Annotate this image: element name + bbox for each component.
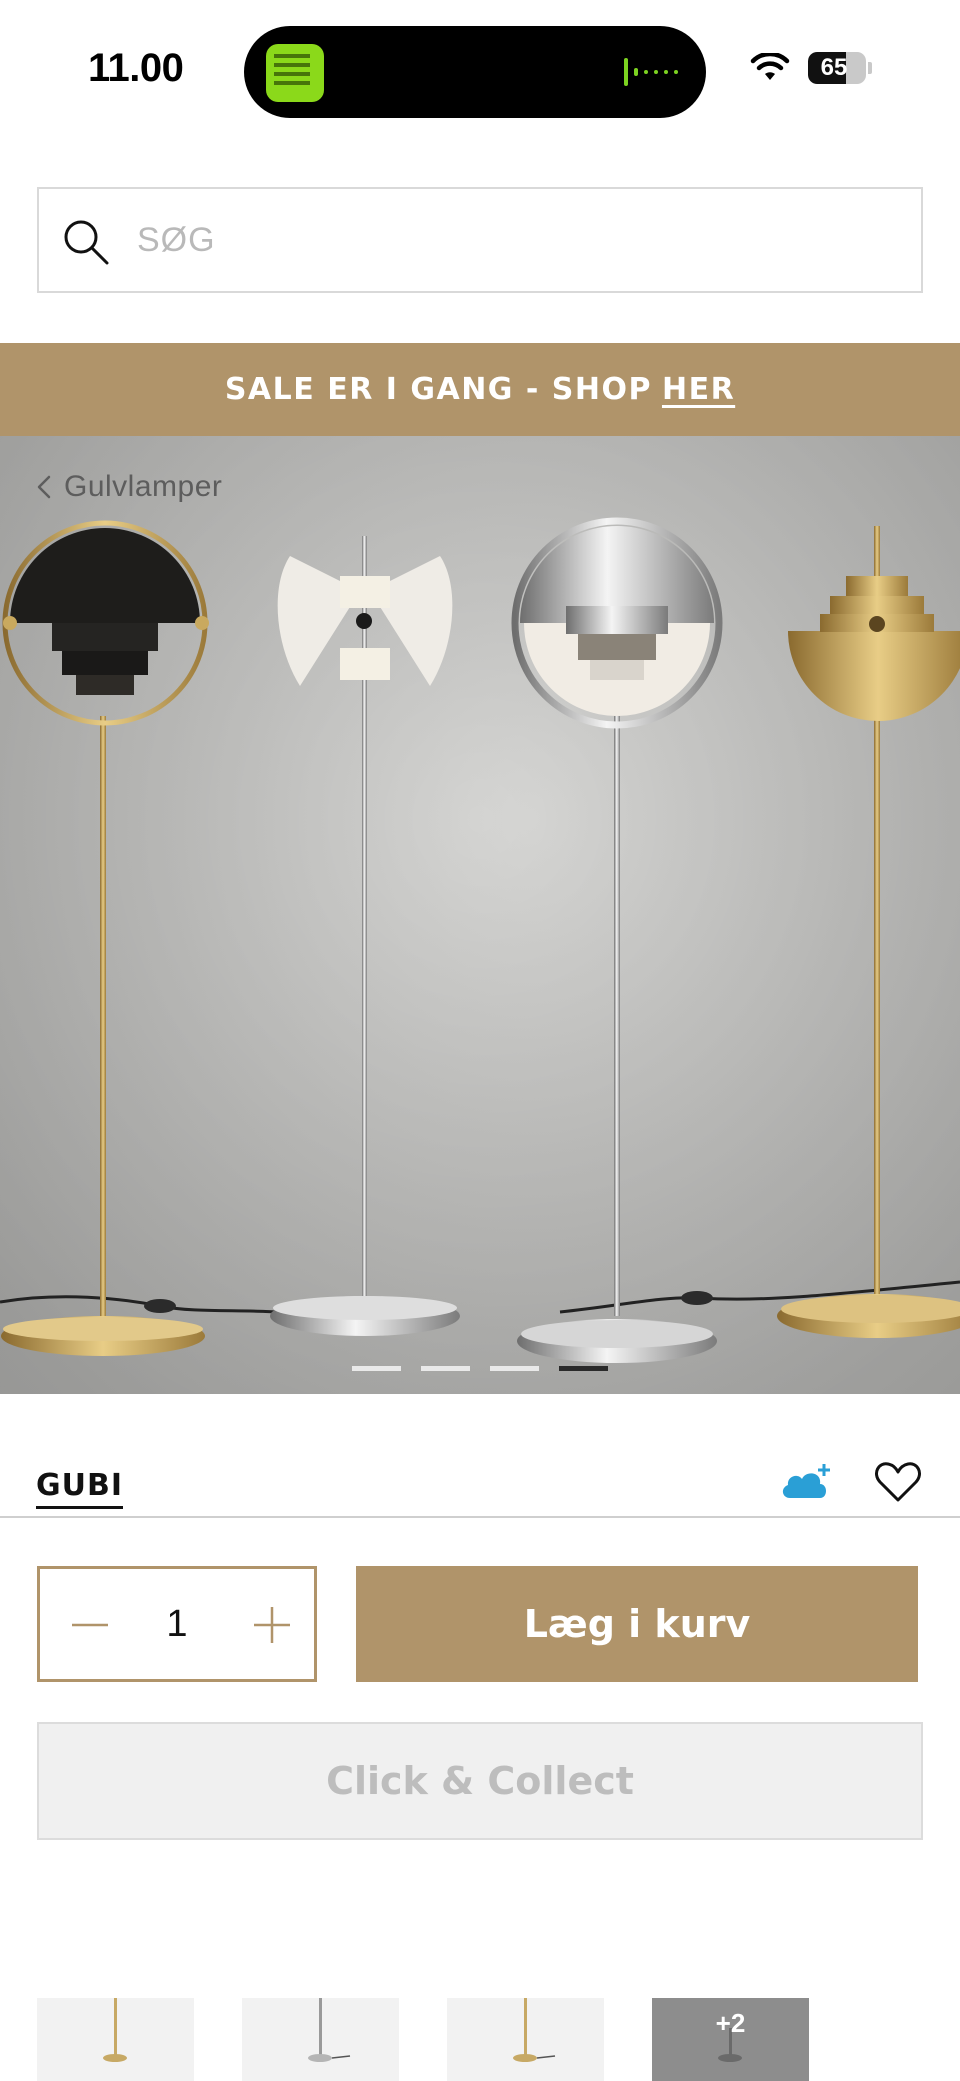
carousel-dot[interactable] (559, 1366, 608, 1371)
thumbnail[interactable] (242, 1998, 399, 2081)
thumbnail[interactable] (37, 1998, 194, 2081)
brand-link[interactable]: GUBI (36, 1468, 124, 1509)
chevron-left-icon (37, 475, 51, 499)
audio-wave-icon (624, 58, 678, 86)
thumbnail-strip: +2 (37, 1998, 809, 2081)
sale-banner-link[interactable]: HER (662, 372, 735, 407)
carousel-dot[interactable] (490, 1366, 539, 1371)
brand-row: GUBI (0, 1440, 960, 1518)
battery-percentage: 65 (820, 54, 848, 81)
plus-icon[interactable] (252, 1605, 292, 1645)
product-image-carousel[interactable]: Gulvlamper (0, 436, 960, 1394)
cloud-add-icon[interactable] (780, 1462, 834, 1502)
add-to-cart-button[interactable]: Læg i kurv (356, 1566, 918, 1682)
thumbnail[interactable] (447, 1998, 604, 2081)
wifi-icon (750, 53, 790, 80)
battery-icon: 65 (808, 52, 866, 84)
thumbnail-image (308, 1998, 351, 2062)
battery-cap (868, 62, 872, 74)
minus-icon[interactable] (70, 1605, 110, 1645)
search-input[interactable] (137, 189, 897, 291)
status-bar: 11.00 65 (0, 0, 960, 140)
carousel-dot[interactable] (421, 1366, 470, 1371)
breadcrumb-label: Gulvlamper (64, 470, 223, 503)
heart-icon[interactable] (874, 1460, 922, 1504)
sale-banner-text: SALE ER I GANG - SHOP (224, 372, 652, 407)
search-box[interactable] (37, 187, 923, 293)
quantity-value[interactable]: 1 (140, 1569, 214, 1679)
now-playing-artwork (266, 44, 324, 102)
click-collect-button[interactable]: Click & Collect (37, 1722, 923, 1840)
thumbnail-more[interactable]: +2 (652, 1998, 809, 2081)
breadcrumb[interactable]: Gulvlamper (36, 470, 222, 504)
product-image (0, 436, 960, 1394)
quantity-stepper: 1 (37, 1566, 317, 1682)
search-icon (64, 220, 109, 265)
dynamic-island[interactable] (244, 26, 706, 118)
thumbnail-image (103, 1998, 127, 2062)
carousel-pagination[interactable] (352, 1366, 608, 1371)
carousel-dot[interactable] (352, 1366, 401, 1371)
thumbnail-image (513, 1998, 556, 2062)
status-indicators: 65 (750, 52, 872, 84)
status-time: 11.00 (88, 46, 184, 90)
sale-banner[interactable]: SALE ER I GANG - SHOP HER (0, 343, 960, 436)
thumbnail-more-label: +2 (715, 2008, 746, 2038)
